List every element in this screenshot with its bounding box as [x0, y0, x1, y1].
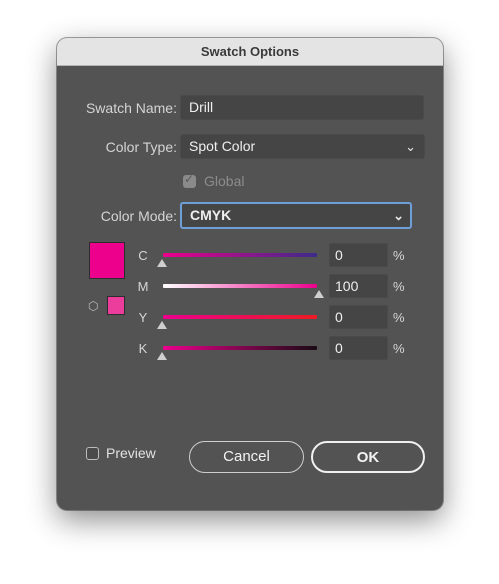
swatch-options-dialog: Swatch Options Swatch Name: Drill Color …: [57, 38, 443, 510]
magenta-value-input[interactable]: 100: [329, 274, 388, 298]
chevron-down-icon: ⌄: [393, 208, 404, 223]
black-slider-thumb[interactable]: [157, 352, 167, 360]
checkmark-icon: ✓: [184, 172, 195, 186]
global-checkbox[interactable]: ✓: [183, 172, 196, 188]
slider-label-m: M: [137, 279, 149, 294]
dialog-title: Swatch Options: [57, 38, 443, 66]
color-mode-label: Color Mode:: [100, 208, 177, 224]
yellow-slider-track[interactable]: [163, 315, 317, 319]
out-of-gamut-swatch[interactable]: [107, 296, 125, 315]
cyan-value-input[interactable]: 0: [329, 243, 388, 267]
black-slider-track[interactable]: [163, 346, 317, 350]
cyan-slider-track[interactable]: [163, 253, 317, 257]
color-type-label: Color Type:: [105, 139, 177, 155]
global-label: Global: [204, 173, 245, 189]
swatch-name-input[interactable]: Drill: [180, 95, 424, 120]
ok-button[interactable]: OK: [311, 441, 425, 473]
yellow-value-input[interactable]: 0: [329, 305, 388, 329]
preview-checkbox[interactable]: [86, 447, 99, 460]
cyan-percent-label: %: [393, 248, 405, 263]
preview-label: Preview: [106, 445, 156, 461]
swatch-name-value: Drill: [189, 99, 214, 115]
slider-label-y: Y: [138, 310, 148, 325]
color-type-select[interactable]: Spot Color ⌄: [180, 134, 425, 159]
color-mode-select[interactable]: CMYK ⌄: [180, 202, 412, 229]
slider-label-k: K: [138, 341, 148, 356]
yellow-slider-thumb[interactable]: [157, 321, 167, 329]
slider-label-c: C: [138, 248, 148, 263]
swatch-name-label: Swatch Name:: [85, 100, 177, 116]
magenta-slider-thumb[interactable]: [314, 290, 324, 298]
cancel-button[interactable]: Cancel: [189, 441, 304, 473]
black-value-input[interactable]: 0: [329, 336, 388, 360]
color-type-value: Spot Color: [189, 138, 256, 154]
out-of-gamut-cube-icon[interactable]: ⬡: [88, 299, 98, 313]
black-percent-label: %: [393, 341, 405, 356]
magenta-percent-label: %: [393, 279, 405, 294]
magenta-slider-track[interactable]: [163, 284, 317, 288]
yellow-percent-label: %: [393, 310, 405, 325]
color-swatch-preview: [89, 242, 125, 279]
cyan-slider-thumb[interactable]: [157, 259, 167, 267]
color-mode-value: CMYK: [190, 207, 232, 223]
chevron-down-icon: ⌄: [405, 139, 416, 154]
